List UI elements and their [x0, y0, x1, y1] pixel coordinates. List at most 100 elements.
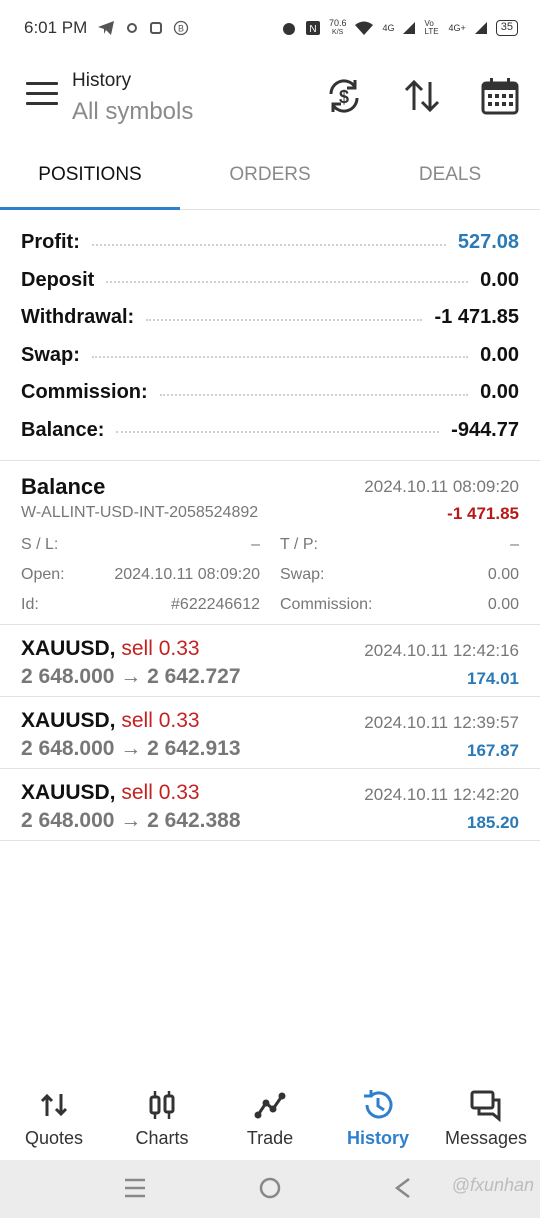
summary-row-balance: Balance: -944.77 [21, 412, 519, 450]
calendar-icon[interactable] [480, 76, 520, 116]
dotted-leader [106, 281, 469, 284]
nav-label: Trade [246, 1128, 294, 1148]
deal-prices: 2 648.000 → 2 642.727 [21, 665, 241, 688]
deal-profit: 174.01 [467, 669, 519, 688]
clock: 6:01 PM [24, 18, 88, 37]
deal-time: 2024.10.11 12:42:16 [364, 641, 519, 660]
summary-label: Deposit [21, 268, 95, 291]
charts-icon [149, 1091, 175, 1119]
divider [0, 840, 540, 841]
record-details: S / L: – T / P: – Open: 2024.10.11 08:09:20… [21, 536, 519, 614]
system-navigation-bar: @fxunhan [0, 1160, 540, 1218]
commission-value: 0.00 [487, 596, 519, 613]
nav-messages[interactable]: Messages [432, 1078, 540, 1160]
summary-label: Balance: [21, 418, 105, 441]
summary-row-swap: Swap: 0.00 [21, 337, 519, 375]
divider [0, 768, 540, 769]
trade-icon [254, 1092, 286, 1119]
summary-label: Profit: [21, 231, 80, 254]
net-label-4gplus: 4G+ [448, 23, 466, 33]
swap-label: Swap: [280, 566, 325, 583]
commission-label: Commission: [280, 596, 373, 613]
home-icon[interactable] [258, 1176, 282, 1200]
svg-text:N: N [309, 24, 316, 35]
svg-text:B: B [178, 24, 184, 34]
summary-row-commission: Commission: 0.00 [21, 374, 519, 412]
nav-label: Charts [135, 1128, 189, 1148]
signal-icon [474, 22, 487, 34]
status-bar: 6:01 PM B N 70.6 K/S 4G Vo LTE 4G+ 35 [0, 0, 540, 56]
deal-symbol: XAUUSD, [21, 781, 116, 804]
list-item[interactable]: XAUUSD, sell 0.33 2 648.000 → 2 642.727 … [21, 627, 519, 697]
wifi-icon [355, 21, 374, 35]
sort-icon[interactable] [402, 76, 442, 116]
dotted-leader [159, 393, 469, 396]
deal-side: sell 0.33 [121, 781, 200, 804]
summary-value: -944.77 [451, 418, 519, 441]
deal-side: sell 0.33 [121, 709, 200, 732]
list-item[interactable]: XAUUSD, sell 0.33 2 648.000 → 2 642.388 … [21, 771, 519, 841]
signal-icon [403, 22, 416, 34]
messages-icon [470, 1090, 501, 1122]
tab-orders[interactable]: ORDERS [180, 148, 360, 209]
summary-value: 0.00 [480, 381, 519, 404]
net-speed: 70.6 K/S [328, 18, 347, 37]
divider [0, 624, 540, 625]
svg-text:$: $ [339, 87, 349, 107]
swap-value: 0.00 [487, 566, 519, 583]
summary-label: Withdrawal: [21, 306, 135, 329]
currency-exchange-icon[interactable]: $ [324, 76, 364, 116]
summary-value: -1 471.85 [434, 306, 519, 329]
divider [0, 460, 540, 461]
settings-gear-icon [127, 23, 138, 33]
list-item[interactable]: XAUUSD, sell 0.33 2 648.000 → 2 642.913 … [21, 699, 519, 769]
tab-positions[interactable]: POSITIONS [0, 148, 180, 210]
open-value: 2024.10.11 08:09:20 [114, 566, 260, 583]
summary-row-withdrawal: Withdrawal: -1 471.85 [21, 299, 519, 337]
net-label-volte: Vo LTE [424, 19, 439, 36]
app-header: History All symbols $ [0, 58, 540, 138]
deal-prices: 2 648.000 → 2 642.913 [21, 737, 241, 760]
balance-record[interactable]: Balance 2024.10.11 08:09:20 W-ALLINT-USD… [21, 474, 519, 614]
record-amount: -1 471.85 [447, 504, 519, 523]
deal-prices: 2 648.000 → 2 642.388 [21, 809, 241, 832]
deal-time: 2024.10.11 12:42:20 [364, 785, 519, 804]
symbol-filter[interactable]: All symbols [72, 98, 193, 126]
history-icon [364, 1090, 393, 1119]
nav-quotes[interactable]: Quotes [0, 1078, 108, 1160]
tp-label: T / P: [280, 536, 318, 553]
dotted-leader [91, 356, 469, 359]
quotes-icon [40, 1093, 68, 1117]
back-icon[interactable] [394, 1177, 412, 1199]
dotted-leader [116, 431, 440, 434]
nav-label: History [346, 1128, 409, 1148]
b-badge-icon: B [174, 20, 189, 36]
deal-time: 2024.10.11 12:39:57 [364, 713, 519, 732]
nav-label: Messages [444, 1128, 528, 1148]
tab-deals[interactable]: DEALS [360, 148, 540, 209]
summary-value: 0.00 [480, 343, 519, 366]
open-label: Open: [21, 566, 65, 583]
app-notification-icon [150, 22, 163, 34]
nav-history[interactable]: History [324, 1078, 432, 1160]
bottom-navigation: Quotes Charts Trade History Messages [0, 1078, 540, 1160]
summary-value: 527.08 [457, 231, 519, 254]
record-time: 2024.10.11 08:09:20 [364, 477, 519, 496]
sl-label: S / L: [21, 536, 59, 553]
summary-row-deposit: Deposit 0.00 [21, 262, 519, 300]
deal-profit: 167.87 [467, 741, 519, 760]
nav-charts[interactable]: Charts [108, 1078, 216, 1160]
divider [0, 696, 540, 697]
menu-icon[interactable] [26, 82, 58, 110]
nav-trade[interactable]: Trade [216, 1078, 324, 1160]
sl-value: – [251, 536, 260, 553]
battery-indicator: 35 [495, 20, 518, 36]
summary-label: Commission: [21, 381, 148, 404]
page-title: History [72, 70, 132, 91]
alarm-icon [282, 23, 295, 35]
recent-apps-icon[interactable] [124, 1177, 146, 1199]
summary-row-profit: Profit: 527.08 [21, 224, 519, 262]
deal-profit: 185.20 [467, 813, 519, 832]
dotted-leader [146, 318, 423, 321]
dotted-leader [91, 243, 446, 246]
